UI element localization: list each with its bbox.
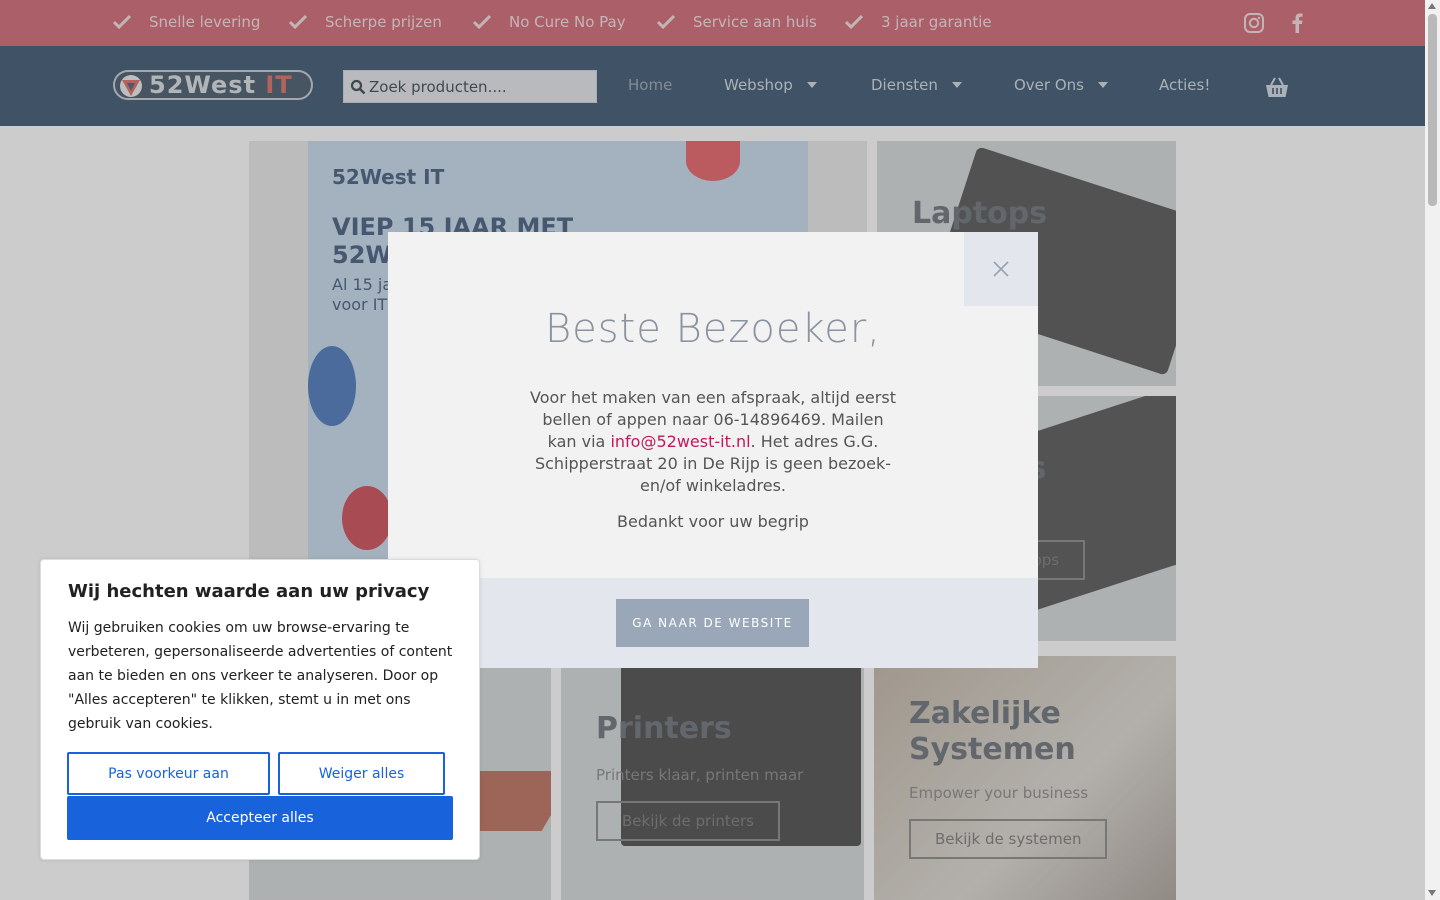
modal-body: Voor het maken van een afspraak, altijd … <box>528 387 898 497</box>
modal-footer: GA NAAR DE WEBSITE <box>388 578 1038 668</box>
close-button[interactable] <box>964 232 1038 306</box>
scrollbar-thumb[interactable] <box>1428 14 1437 206</box>
cookie-title: Wij hechten waarde aan uw privacy <box>68 581 430 602</box>
scroll-down-arrow-icon[interactable] <box>1428 890 1436 896</box>
modal-thanks: Bedankt voor uw begrip <box>617 512 809 531</box>
visitor-notice-modal: Beste Bezoeker, Voor het maken van een a… <box>388 232 1038 668</box>
accept-all-button[interactable]: Accepteer alles <box>67 796 453 840</box>
customize-preferences-button[interactable]: Pas voorkeur aan <box>67 752 270 795</box>
go-to-website-button[interactable]: GA NAAR DE WEBSITE <box>616 599 809 647</box>
page-scrollbar[interactable] <box>1425 0 1440 900</box>
cookie-text: Wij gebruiken cookies om uw browse-ervar… <box>68 620 453 732</box>
email-link[interactable]: info@52west-it.nl <box>610 432 750 451</box>
cookie-consent-panel: Wij hechten waarde aan uw privacy Wij ge… <box>40 559 480 860</box>
scroll-up-arrow-icon[interactable] <box>1428 3 1436 9</box>
close-icon <box>993 261 1009 277</box>
modal-title: Beste Bezoeker, <box>544 306 882 352</box>
reject-all-button[interactable]: Weiger alles <box>278 752 445 795</box>
